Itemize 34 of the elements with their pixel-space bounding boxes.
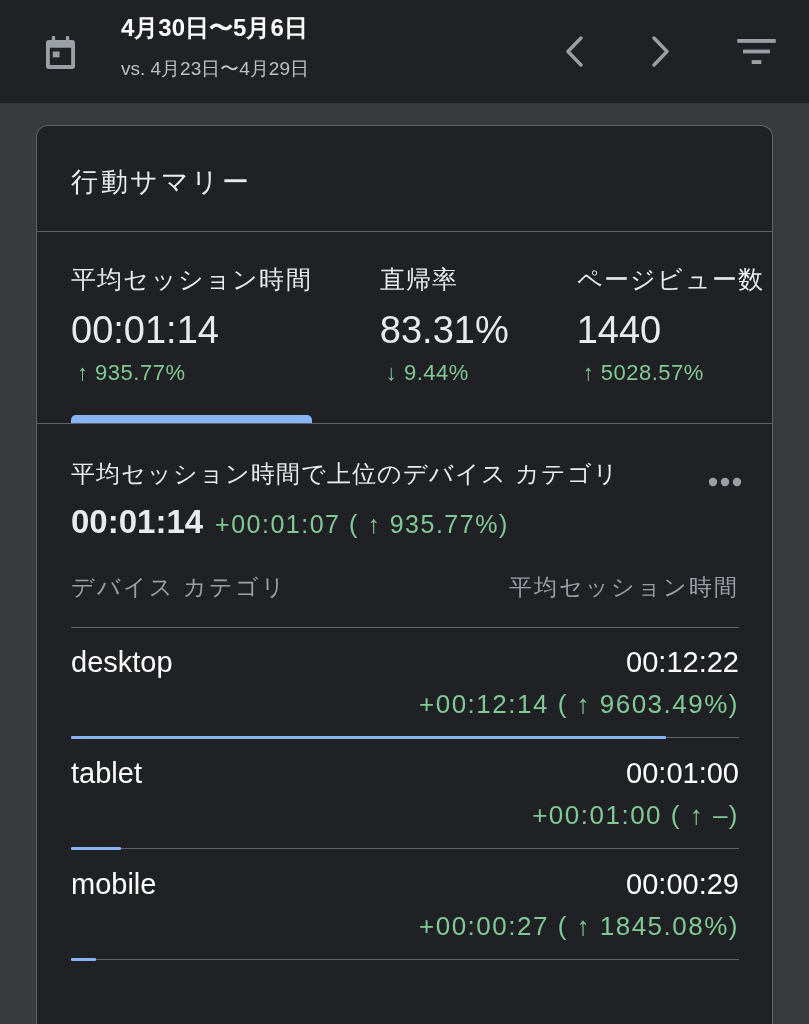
metric-value: 1440 (576, 308, 662, 353)
date-range-title: 4月30日〜5月6日 (121, 12, 308, 43)
chart-title: 平均セッション時間で上位のデバイス カテゴリ (71, 459, 619, 489)
more-options-icon[interactable] (708, 477, 742, 487)
comparison-range: vs. 4月23日〜4月29日 (121, 56, 309, 81)
session-change: +00:12:14 ( ↑ 9603.49%) (419, 688, 739, 721)
card-title: 行動サマリー (71, 166, 251, 199)
metric-value: 83.31% (379, 308, 509, 353)
device-name: mobile (71, 867, 157, 902)
chevron-right-icon[interactable] (651, 36, 671, 67)
session-change: +00:00:27 ( ↑ 1845.08%) (419, 910, 739, 943)
column-header: 平均セッション時間 (509, 573, 739, 602)
device-name: tablet (71, 756, 142, 791)
metric-value: 00:01:14 (71, 308, 219, 353)
metric-change: ↑ 935.77% (77, 359, 186, 387)
calendar-icon[interactable] (45, 36, 76, 69)
metric-change: ↓ 9.44% (385, 359, 469, 387)
metric-label: 平均セッション時間 (71, 264, 312, 295)
total-change: +00:01:07 ( ↑ 935.77%) (215, 509, 509, 540)
device-name: desktop (71, 645, 173, 680)
session-time: 00:00:29 (626, 867, 739, 902)
metric-change: ↑ 5028.57% (582, 359, 704, 387)
session-time: 00:01:00 (626, 756, 739, 791)
metric-label: 直帰率 (379, 264, 459, 295)
metric-tab[interactable]: 直帰率 83.31% ↓ 9.44% (379, 232, 509, 423)
total-value: 00:01:14 (71, 502, 204, 542)
column-header: デバイス カテゴリ (71, 573, 288, 602)
metric-tab[interactable]: ページビュー数 1440 ↑ 5028.57% (576, 232, 765, 423)
session-change: +00:01:00 ( ↑ –) (532, 799, 739, 832)
metric-tab[interactable]: 平均セッション時間 00:01:14 ↑ 935.77% (71, 232, 312, 423)
filter-icon[interactable] (737, 39, 776, 64)
metric-label: ページビュー数 (576, 264, 765, 295)
chevron-left-icon[interactable] (564, 36, 584, 67)
session-time: 00:12:22 (626, 645, 739, 680)
